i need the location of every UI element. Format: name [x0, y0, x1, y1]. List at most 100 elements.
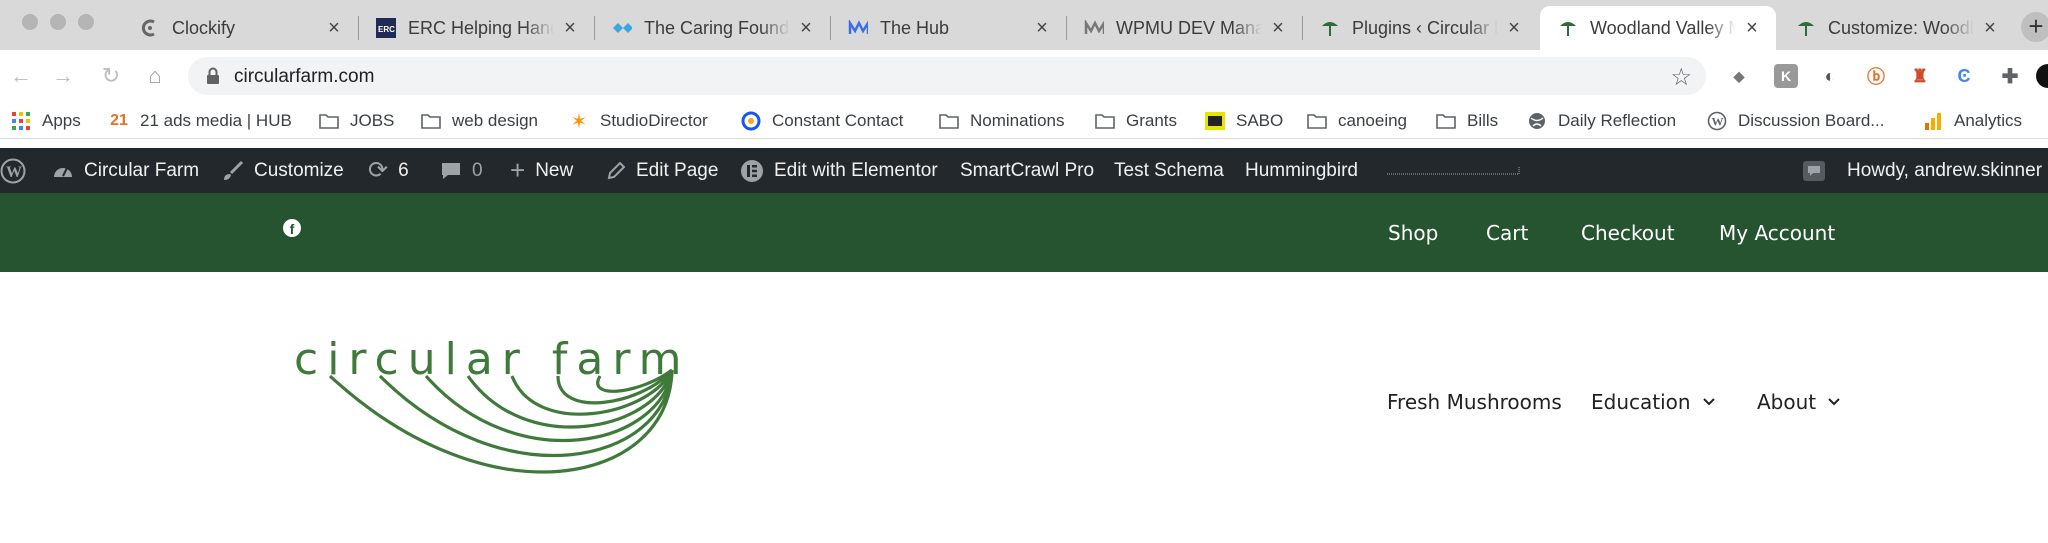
bookmark-canoeing[interactable]: canoeing: [1306, 109, 1407, 133]
clockify-extension-icon[interactable]: Ͼ: [1952, 64, 1976, 88]
top-nav-my-account[interactable]: My Account: [1719, 221, 1835, 245]
hummingbird-menu[interactable]: Hummingbird: [1245, 148, 1358, 193]
bookmark-label: Discussion Board...: [1738, 111, 1885, 130]
close-tab-icon[interactable]: ×: [560, 17, 580, 39]
tab-title: Woodland Valley Mushrooms: [1590, 17, 1736, 38]
close-tab-icon[interactable]: ×: [1980, 17, 2000, 39]
test-schema-label: Test Schema: [1114, 159, 1224, 181]
folder-icon: [318, 111, 340, 131]
new-tab-button[interactable]: +: [2021, 12, 2048, 42]
bookmark-web-design[interactable]: web design: [420, 109, 538, 133]
hub-icon: [848, 18, 868, 38]
address-bar[interactable]: circularfarm.com ☆: [188, 57, 1706, 95]
folder-icon: [1306, 111, 1328, 131]
bookmark-apps[interactable]: Apps: [10, 109, 81, 133]
bookmark-daily-reflection[interactable]: Daily Reflection: [1526, 109, 1676, 133]
home-icon[interactable]: ⌂: [142, 63, 168, 89]
nav-label: Education: [1591, 390, 1691, 414]
zoom-window-button[interactable]: [78, 14, 94, 30]
browser-tab-active[interactable]: Woodland Valley Mushrooms ×: [1540, 6, 1776, 50]
studiodirector-icon: ✶: [570, 110, 588, 133]
notifications-icon[interactable]: [1802, 148, 1826, 193]
my-account-menu[interactable]: Howdy, andrew.skinner: [1847, 148, 2042, 193]
svg-text:W: W: [6, 164, 22, 181]
extensions-puzzle-icon[interactable]: ✚: [1998, 64, 2022, 88]
bookmark-analytics[interactable]: Analytics: [1922, 109, 2022, 133]
test-schema-link[interactable]: Test Schema: [1114, 148, 1224, 193]
browser-tab[interactable]: Plugins ‹ Circular Farm ×: [1302, 6, 1538, 50]
close-tab-icon[interactable]: ×: [1504, 17, 1524, 39]
tab-title: Customize: Woodland: [1828, 17, 1974, 38]
close-tab-icon[interactable]: ×: [324, 17, 344, 39]
close-window-button[interactable]: [22, 14, 38, 30]
top-nav-shop[interactable]: Shop: [1388, 221, 1438, 245]
bookmark-jobs[interactable]: JOBS: [318, 109, 394, 133]
close-tab-icon[interactable]: ×: [1032, 17, 1052, 39]
edit-page-link[interactable]: Edit Page: [606, 148, 718, 193]
browser-tab[interactable]: The Caring Foundation ×: [594, 6, 830, 50]
nav-about[interactable]: About: [1757, 390, 1840, 414]
wordpress-menu[interactable]: W: [0, 148, 36, 193]
browser-tab[interactable]: Customize: Woodland ×: [1778, 6, 2014, 50]
wordpress-icon: W: [1706, 111, 1728, 131]
top-nav-checkout[interactable]: Checkout: [1581, 221, 1675, 245]
analytics-icon: [1922, 111, 1944, 131]
bookmark-star-icon[interactable]: ☆: [1670, 63, 1692, 92]
browser-tab[interactable]: WPMU DEV Manage ×: [1066, 6, 1302, 50]
bookmark-grants[interactable]: Grants: [1094, 109, 1177, 133]
paintbrush-icon: [222, 160, 244, 182]
browser-tab[interactable]: The Hub ×: [830, 6, 1066, 50]
21-ads-icon: 21: [110, 112, 128, 129]
browser-tab[interactable]: Clockify ×: [122, 6, 358, 50]
bookmark-discussion-board[interactable]: W Discussion Board...: [1706, 109, 1884, 133]
tab-title: Plugins ‹ Circular Farm: [1352, 17, 1498, 38]
customize-link[interactable]: Customize: [222, 148, 344, 193]
facebook-icon[interactable]: f: [283, 219, 301, 237]
dropbox-icon[interactable]: ◆: [1727, 64, 1751, 88]
top-nav-cart[interactable]: Cart: [1486, 221, 1528, 245]
svg-text:ERC: ERC: [378, 25, 395, 34]
bookmark-sabo[interactable]: SABO: [1204, 109, 1283, 133]
close-tab-icon[interactable]: ×: [1268, 17, 1288, 39]
admin-bar-placeholder: [1386, 148, 1520, 193]
close-tab-icon[interactable]: ×: [1742, 17, 1762, 39]
comments-link[interactable]: 0: [440, 148, 483, 193]
lighthouse-icon[interactable]: ♜: [1908, 64, 1932, 88]
edit-with-elementor-link[interactable]: Edit with Elementor: [740, 148, 938, 193]
extension-b-icon[interactable]: ⓑ: [1864, 64, 1888, 88]
tab-title: WPMU DEV Manage: [1116, 17, 1262, 38]
new-content-menu[interactable]: + New: [510, 148, 573, 193]
bookmark-bills[interactable]: Bills: [1435, 109, 1498, 133]
bookmark-label: Analytics: [1954, 111, 2023, 130]
site-name-menu[interactable]: Circular Farm: [52, 148, 199, 193]
bookmark-studiodirector[interactable]: ✶ StudioDirector: [568, 109, 708, 133]
nav-label: Fresh Mushrooms: [1387, 390, 1562, 414]
globe-icon: [1526, 111, 1548, 131]
bookmark-nominations[interactable]: Nominations: [938, 109, 1065, 133]
smartcrawl-menu[interactable]: SmartCrawl Pro: [960, 148, 1094, 193]
extension-icon[interactable]: K: [1774, 64, 1798, 88]
circular-farm-logo[interactable]: circular farm: [290, 334, 682, 519]
apps-grid-icon: [10, 111, 32, 131]
sabo-icon: [1204, 111, 1226, 131]
minimize-window-button[interactable]: [50, 14, 66, 30]
bookmark-constant-contact[interactable]: Constant Contact: [740, 109, 903, 133]
browser-tab[interactable]: ERC ERC Helping Hands ×: [358, 6, 594, 50]
new-label: New: [535, 159, 574, 181]
bookmark-21-ads[interactable]: 21 21 ads media | HUB: [108, 109, 292, 133]
profile-avatar[interactable]: [2036, 64, 2048, 88]
caring-foundation-icon: [612, 18, 632, 38]
nav-education[interactable]: Education: [1591, 390, 1715, 414]
bookmark-label: Daily Reflection: [1558, 111, 1677, 130]
reload-icon[interactable]: ↻: [98, 63, 124, 89]
close-tab-icon[interactable]: ×: [796, 17, 816, 39]
url-text[interactable]: circularfarm.com: [234, 66, 374, 88]
bookmark-label: web design: [452, 111, 539, 130]
updates-link[interactable]: ⟳ 6: [368, 148, 409, 193]
extension-circle-icon[interactable]: ◐: [1818, 64, 1842, 88]
back-icon[interactable]: ←: [8, 63, 34, 89]
folder-icon: [1094, 111, 1116, 131]
nav-fresh-mushrooms[interactable]: Fresh Mushrooms: [1387, 390, 1562, 414]
site-top-bar: f Shop Cart Checkout My Account: [0, 193, 2048, 272]
forward-icon[interactable]: →: [50, 63, 76, 89]
